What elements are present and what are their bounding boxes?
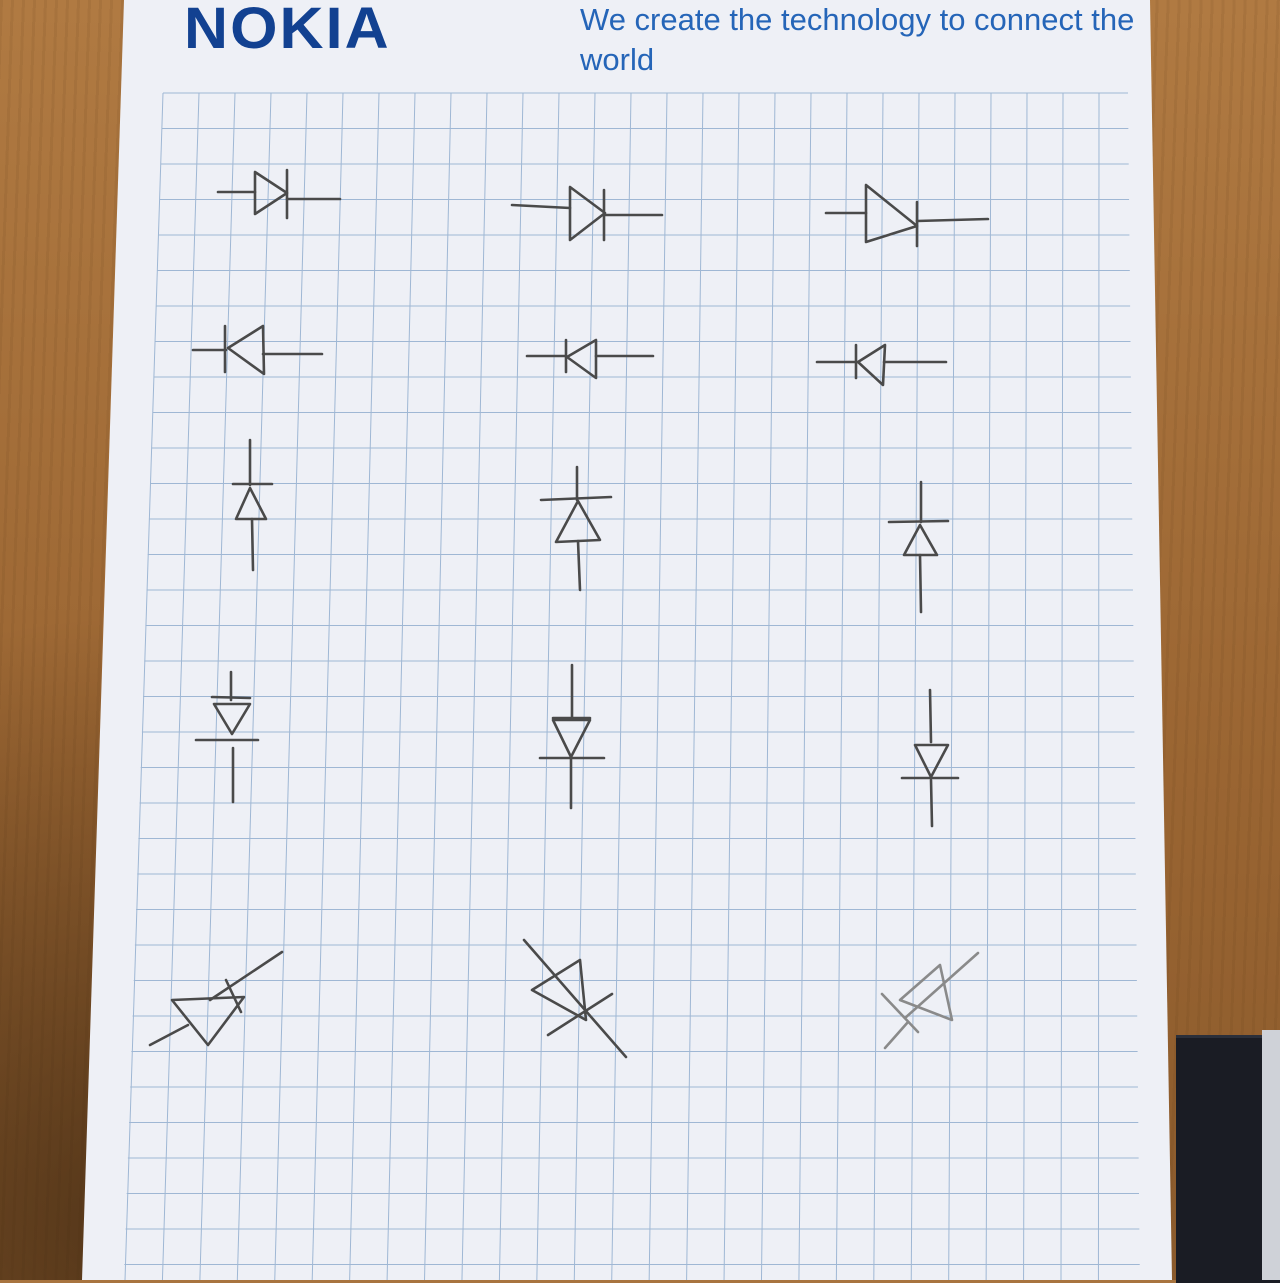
notepad-sheet: [82, 0, 1172, 1280]
tagline-text: We create the technology to connect the …: [580, 2, 1135, 77]
grid-vertical-line: [1097, 92, 1100, 1280]
nokia-logo: NOKIA: [184, 0, 391, 61]
